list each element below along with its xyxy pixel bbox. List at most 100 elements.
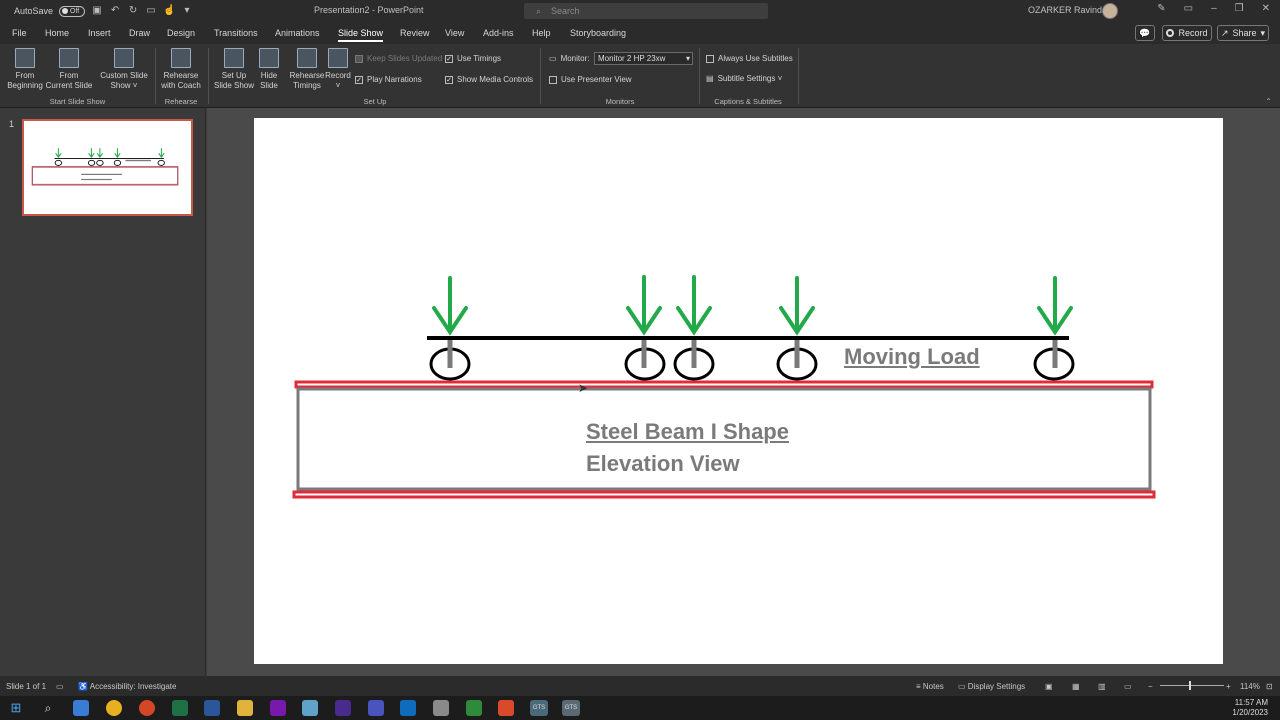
zoom-slider-thumb[interactable] <box>1189 681 1191 690</box>
app-icon[interactable] <box>433 700 449 716</box>
keep-slides-updated-checkbox[interactable]: Keep Slides Updated <box>355 54 442 63</box>
comments-button[interactable]: 💬 <box>1135 25 1155 41</box>
down-arrow-icon[interactable] <box>676 275 712 336</box>
gts-app-button[interactable]: GTS <box>530 700 548 716</box>
record-button[interactable]: Record <box>1162 25 1212 41</box>
display-settings-button[interactable]: ▭ Display Settings <box>958 682 1025 691</box>
group-set-up: Set Up <box>363 97 387 106</box>
customize-qat-icon[interactable]: ▾ <box>181 5 193 17</box>
chrome-icon[interactable] <box>106 700 122 716</box>
powerpoint-icon[interactable] <box>139 700 155 716</box>
app-icon[interactable] <box>302 700 318 716</box>
down-arrow-icon[interactable] <box>1037 276 1073 336</box>
from-beginning-button[interactable]: From Beginning <box>5 48 45 91</box>
set-up-slide-show-button[interactable]: Set Up Slide Show <box>212 48 256 91</box>
moving-load-label[interactable]: Moving Load <box>844 344 980 370</box>
tab-help[interactable]: Help <box>532 28 551 38</box>
slide-sorter-icon[interactable]: ▦ <box>1072 682 1080 691</box>
task-view-icon[interactable] <box>73 700 89 716</box>
tab-add-ins[interactable]: Add-ins <box>483 28 514 38</box>
record-dropdown-button[interactable]: Record ˅ <box>323 48 353 91</box>
slide-thumbnail[interactable] <box>22 119 193 216</box>
touch-mode-icon[interactable]: ☝ <box>163 5 175 17</box>
beam-title-line2[interactable]: Elevation View <box>586 451 740 477</box>
normal-view-icon[interactable]: ▣ <box>1045 682 1053 691</box>
word-icon[interactable] <box>204 700 220 716</box>
app-icon[interactable] <box>335 700 351 716</box>
tab-draw[interactable]: Draw <box>129 28 150 38</box>
reading-view-icon[interactable]: ▥ <box>1098 682 1106 691</box>
app-icon[interactable] <box>498 700 514 716</box>
rehearse-with-coach-button[interactable]: Rehearse with Coach <box>158 48 204 91</box>
monitor-select[interactable]: Monitor 2 HP 23xw ▾ <box>594 52 693 65</box>
outlook-icon[interactable] <box>400 700 416 716</box>
share-button[interactable]: ↗ Share ▾ <box>1217 25 1269 41</box>
subtitle-settings-button[interactable]: ▤ Subtitle Settings ˅ <box>706 74 782 83</box>
hide-slide-button[interactable]: Hide Slide <box>257 48 281 91</box>
quick-access-toolbar: AutoSave Off ▣ ↶ ↻ ▭ ☝ ▾ <box>0 5 300 17</box>
zoom-slider[interactable] <box>1160 685 1224 686</box>
tab-view[interactable]: View <box>445 28 464 38</box>
minimize-icon[interactable]: – <box>1211 3 1217 14</box>
file-explorer-icon[interactable] <box>237 700 253 716</box>
tab-slide-show[interactable]: Slide Show <box>338 28 384 42</box>
teams-icon[interactable] <box>368 700 384 716</box>
use-presenter-view-checkbox[interactable]: Use Presenter View <box>549 75 632 84</box>
search-icon[interactable]: ⌕ <box>40 700 56 716</box>
top-flange[interactable] <box>294 380 1154 389</box>
save-icon[interactable]: ▣ <box>91 5 103 17</box>
fit-to-window-icon[interactable]: ⊡ <box>1266 682 1273 691</box>
slide-canvas[interactable]: Moving Load Steel Beam I Shape Elevation… <box>254 118 1223 664</box>
present-icon[interactable]: ▭ <box>145 5 157 17</box>
show-media-controls-checkbox[interactable]: ✓ Show Media Controls <box>445 75 533 84</box>
coach-label-1: Rehearse <box>163 71 199 80</box>
custom-slide-show-button[interactable]: Custom Slide Show ˅ <box>98 48 150 91</box>
tab-insert[interactable]: Insert <box>88 28 111 38</box>
bottom-flange[interactable] <box>292 490 1156 499</box>
tab-animations[interactable]: Animations <box>275 28 320 38</box>
from-current-slide-button[interactable]: From Current Slide <box>44 48 94 91</box>
rehearse-timings-button[interactable]: Rehearse Timings <box>288 48 326 91</box>
down-arrow-icon[interactable] <box>626 275 662 336</box>
tab-review[interactable]: Review <box>400 28 430 38</box>
chevron-down-icon: ▾ <box>685 54 690 63</box>
camtasia-icon[interactable] <box>466 700 482 716</box>
timings-label-2: Timings <box>293 81 321 90</box>
system-clock[interactable]: 11:57 AM 1/20/2023 <box>1232 698 1268 718</box>
notes-button[interactable]: ≡ Notes <box>916 682 944 691</box>
user-name[interactable]: OZARKER Ravindra <box>1028 5 1110 15</box>
accessibility-button[interactable]: ♿ Accessibility: Investigate <box>78 682 176 691</box>
spelling-icon[interactable]: ▭ <box>56 682 64 691</box>
down-arrow-icon[interactable] <box>779 276 815 336</box>
redo-icon[interactable]: ↻ <box>127 5 139 17</box>
tab-file[interactable]: File <box>12 28 27 38</box>
from-beginning-label-1: From <box>15 71 35 80</box>
slide-show-view-icon[interactable]: ▭ <box>1124 682 1132 691</box>
tab-home[interactable]: Home <box>45 28 69 38</box>
onenote-icon[interactable] <box>270 700 286 716</box>
pen-icon[interactable]: ✎ <box>1157 3 1165 14</box>
excel-icon[interactable] <box>172 700 188 716</box>
gts-app-button[interactable]: GTS <box>562 700 580 716</box>
tab-design[interactable]: Design <box>167 28 195 38</box>
use-timings-checkbox[interactable]: ✓ Use Timings <box>445 54 501 63</box>
tab-storyboarding[interactable]: Storyboarding <box>570 28 626 38</box>
autosave-toggle[interactable]: Off <box>59 5 86 17</box>
search-input[interactable]: ⌕ Search <box>524 3 768 19</box>
always-use-subtitles-checkbox[interactable]: Always Use Subtitles <box>706 54 793 63</box>
beam-title-line1[interactable]: Steel Beam I Shape <box>586 419 789 445</box>
group-divider <box>208 48 209 104</box>
collapse-ribbon-icon[interactable]: ⌃ <box>1265 97 1272 106</box>
undo-icon[interactable]: ↶ <box>109 5 121 17</box>
avatar[interactable] <box>1102 3 1118 19</box>
zoom-level[interactable]: 114% <box>1240 682 1260 691</box>
zoom-out-icon[interactable]: − <box>1148 682 1153 691</box>
tab-transitions[interactable]: Transitions <box>214 28 258 38</box>
close-icon[interactable]: ✕ <box>1262 3 1270 14</box>
zoom-in-icon[interactable]: + <box>1226 682 1231 691</box>
ribbon-display-icon[interactable]: ▭ <box>1184 3 1193 14</box>
down-arrow-icon[interactable] <box>432 276 468 336</box>
windows-start-icon[interactable]: ⊞ <box>8 700 24 716</box>
play-narrations-checkbox[interactable]: ✓ Play Narrations <box>355 75 422 84</box>
restore-icon[interactable]: ❐ <box>1235 3 1244 14</box>
